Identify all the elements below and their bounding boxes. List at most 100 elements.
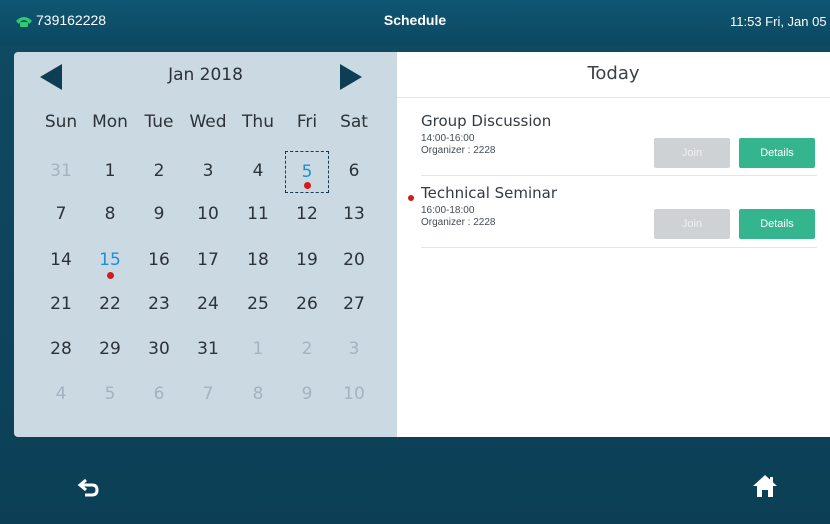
clock-date: 11:53 Fri, Jan 05 <box>730 14 827 29</box>
day-number: 27 <box>343 294 365 314</box>
calendar-day[interactable]: 2 <box>285 329 329 371</box>
day-number: 2 <box>301 339 313 359</box>
calendar-day[interactable]: 2 <box>137 151 181 193</box>
status-bar: 739162228 Schedule 11:53 Fri, Jan 05 <box>0 0 830 46</box>
calendar-day[interactable]: 7 <box>39 194 83 236</box>
day-number: 10 <box>197 204 219 224</box>
calendar-day[interactable]: 13 <box>332 194 376 236</box>
calendar-day[interactable]: 17 <box>186 240 230 282</box>
schedule-panel: Jan 2018 Sun Mon Tue Wed Thu Fri Sat 31 1 2 3 4 5 6 7… <box>14 52 830 437</box>
day-number: 15 <box>99 250 121 270</box>
calendar-day[interactable]: 9 <box>285 374 329 416</box>
calendar-day[interactable]: 24 <box>186 284 230 326</box>
calendar-day[interactable]: 1 <box>88 151 132 193</box>
calendar-day[interactable]: 16 <box>137 240 181 282</box>
today-heading: Today <box>397 52 830 98</box>
calendar-day[interactable]: 9 <box>137 194 181 236</box>
day-number: 2 <box>153 161 165 181</box>
day-number: 31 <box>197 339 219 359</box>
bottom-nav <box>0 443 830 524</box>
back-icon[interactable] <box>77 476 101 500</box>
calendar-day[interactable]: 12 <box>285 194 329 236</box>
calendar-day[interactable]: 20 <box>332 240 376 282</box>
home-icon[interactable] <box>752 474 778 498</box>
day-number: 7 <box>202 384 214 404</box>
calendar-day[interactable]: 8 <box>88 194 132 236</box>
calendar-day[interactable]: 31 <box>186 329 230 371</box>
calendar-day-today[interactable]: 5 <box>285 151 329 193</box>
day-number: 13 <box>343 204 365 224</box>
join-button[interactable]: Join <box>654 209 730 239</box>
day-number: 9 <box>153 204 165 224</box>
event-item[interactable]: Technical Seminar 16:00-18:00 Organizer … <box>408 184 817 248</box>
event-dot <box>107 272 114 279</box>
day-number: 10 <box>343 384 365 404</box>
day-number: 12 <box>296 204 318 224</box>
day-number: 20 <box>343 250 365 270</box>
day-number: 31 <box>50 161 72 181</box>
page-title: Schedule <box>383 12 447 28</box>
day-number: 23 <box>148 294 170 314</box>
day-number: 14 <box>50 250 72 270</box>
day-number: 18 <box>247 250 269 270</box>
day-number: 3 <box>202 161 214 181</box>
day-number: 22 <box>99 294 121 314</box>
calendar-day[interactable]: 4 <box>39 374 83 416</box>
day-number: 1 <box>104 161 116 181</box>
day-number: 8 <box>252 384 264 404</box>
day-number: 26 <box>296 294 318 314</box>
calendar-day[interactable]: 30 <box>137 329 181 371</box>
calendar-day[interactable]: 27 <box>332 284 376 326</box>
event-dot <box>304 182 311 189</box>
event-title: Technical Seminar <box>421 184 558 202</box>
day-number: 24 <box>197 294 219 314</box>
day-number: 1 <box>252 339 264 359</box>
calendar-day[interactable]: 4 <box>236 151 280 193</box>
calendar-day[interactable]: 28 <box>39 329 83 371</box>
calendar-day[interactable]: 14 <box>39 240 83 282</box>
event-title: Group Discussion <box>421 112 552 130</box>
weekday-header: Sun Mon Tue Wed Thu Fri Sat <box>14 110 397 136</box>
details-button[interactable]: Details <box>739 138 815 168</box>
event-indicator-dot <box>408 195 414 201</box>
day-number: 21 <box>50 294 72 314</box>
calendar-day[interactable]: 26 <box>285 284 329 326</box>
day-number: 29 <box>99 339 121 359</box>
calendar-day[interactable]: 3 <box>186 151 230 193</box>
calendar-day[interactable]: 29 <box>88 329 132 371</box>
day-number: 5 <box>104 384 116 404</box>
day-number: 4 <box>55 384 67 404</box>
calendar-day[interactable]: 21 <box>39 284 83 326</box>
next-month-icon[interactable] <box>336 64 364 90</box>
day-number: 25 <box>247 294 269 314</box>
calendar-day[interactable]: 10 <box>186 194 230 236</box>
calendar-day[interactable]: 10 <box>332 374 376 416</box>
calendar-day[interactable]: 5 <box>88 374 132 416</box>
calendar-day[interactable]: 3 <box>332 329 376 371</box>
day-number: 19 <box>296 250 318 270</box>
day-number: 17 <box>197 250 219 270</box>
today-panel: Today Group Discussion 14:00-16:00 Organ… <box>397 52 830 437</box>
details-button[interactable]: Details <box>739 209 815 239</box>
calendar-day[interactable]: 15 <box>88 240 132 282</box>
weekday-label: Sat <box>340 112 368 132</box>
calendar-day[interactable]: 1 <box>236 329 280 371</box>
day-number: 8 <box>104 204 116 224</box>
calendar-day[interactable]: 7 <box>186 374 230 416</box>
event-item[interactable]: Group Discussion 14:00-16:00 Organizer :… <box>421 112 817 176</box>
day-number: 30 <box>148 339 170 359</box>
join-button[interactable]: Join <box>654 138 730 168</box>
calendar-day[interactable]: 31 <box>39 151 83 193</box>
calendar-day[interactable]: 8 <box>236 374 280 416</box>
calendar-day[interactable]: 11 <box>236 194 280 236</box>
day-number: 16 <box>148 250 170 270</box>
day-number: 6 <box>348 161 360 181</box>
day-number: 28 <box>50 339 72 359</box>
calendar-day[interactable]: 23 <box>137 284 181 326</box>
calendar-day[interactable]: 25 <box>236 284 280 326</box>
calendar-day[interactable]: 22 <box>88 284 132 326</box>
calendar-day[interactable]: 18 <box>236 240 280 282</box>
calendar-day[interactable]: 6 <box>137 374 181 416</box>
calendar-day[interactable]: 6 <box>332 151 376 193</box>
calendar-day[interactable]: 19 <box>285 240 329 282</box>
